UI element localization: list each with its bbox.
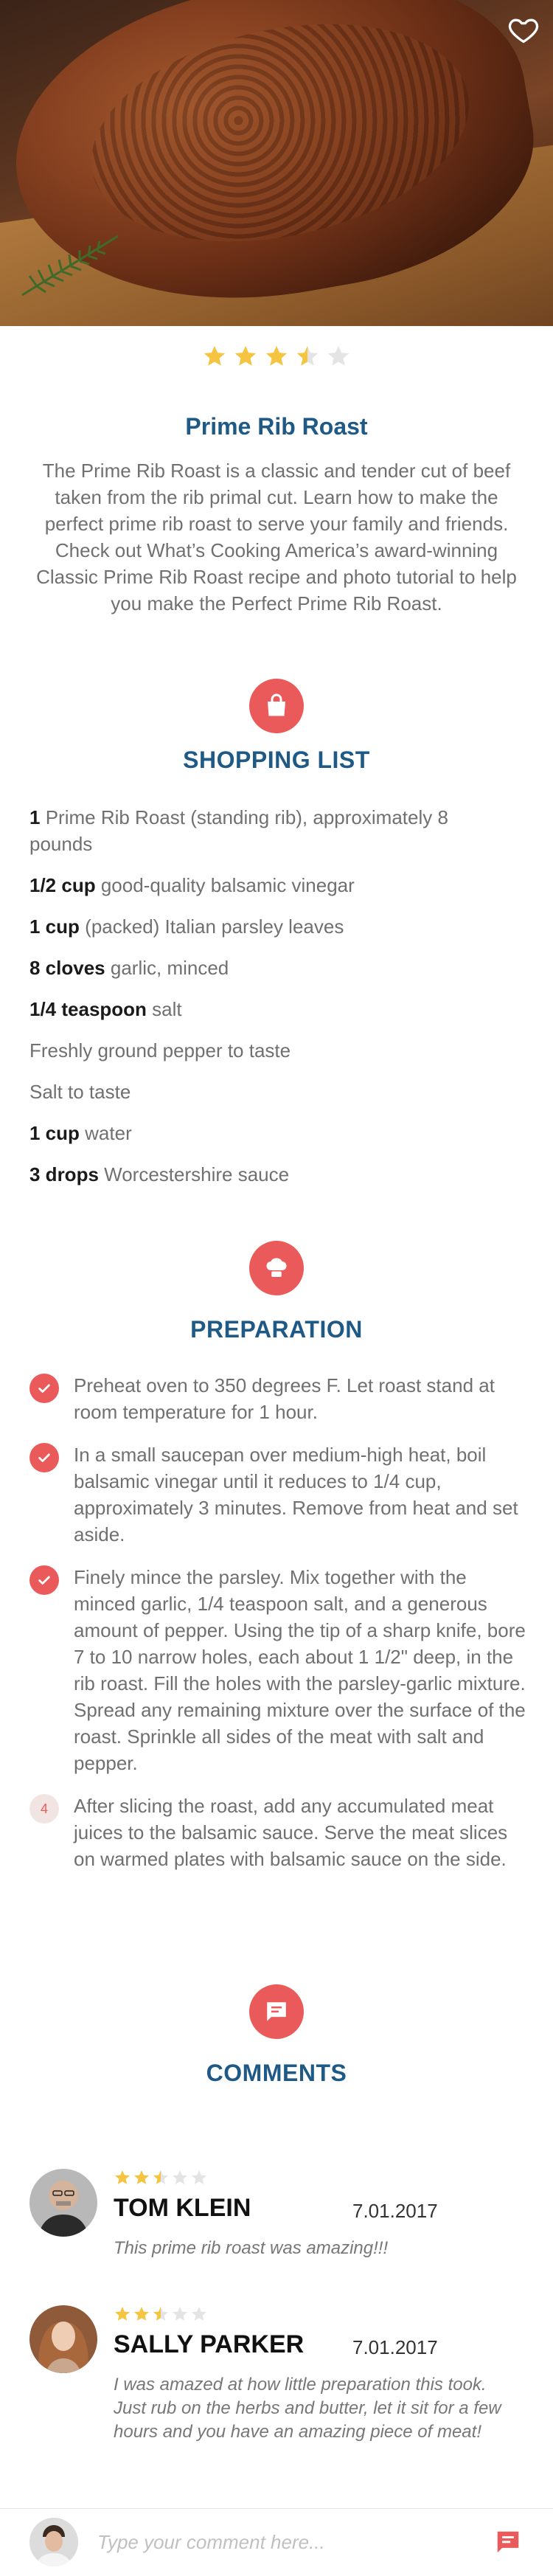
star-icon xyxy=(115,2307,130,2321)
comment-list: TOM KLEIN 7.01.2017 This prime rib roast… xyxy=(29,2154,524,2442)
ingredient-text: (packed) Italian parsley leaves xyxy=(85,915,344,938)
ingredient-text: Freshly ground pepper to taste xyxy=(29,1039,291,1062)
ingredient-text: Prime Rib Roast (standing rib), approxim… xyxy=(29,806,448,855)
preparation-heading: PREPARATION xyxy=(190,1316,363,1343)
star-icon xyxy=(173,2307,187,2321)
ingredient-item: 1 cup (packed) Italian parsley leaves xyxy=(29,913,516,940)
ingredient-quantity: 8 cloves xyxy=(29,957,105,979)
comment-input[interactable] xyxy=(97,2524,466,2561)
recipe-title: Prime Rib Roast xyxy=(185,413,368,440)
step-text: In a small saucepan over medium-high hea… xyxy=(74,1444,518,1545)
star-icon xyxy=(153,2170,168,2184)
comment-text: I was amazed at how little preparation t… xyxy=(114,2375,501,2442)
avatar[interactable] xyxy=(29,2169,97,2237)
shopping-list-heading: SHOPPING LIST xyxy=(183,747,370,773)
ingredient-quantity: 1 xyxy=(29,806,41,828)
ingredient-quantity: 1 cup xyxy=(29,1122,80,1144)
star-icon xyxy=(265,345,288,366)
check-icon[interactable] xyxy=(29,1565,59,1595)
star-icon xyxy=(234,345,257,366)
ingredient-text: Salt to taste xyxy=(29,1081,131,1103)
rosemary-garnish xyxy=(21,235,119,297)
star-icon xyxy=(134,2307,149,2321)
comment-date: 7.01.2017 xyxy=(352,2336,438,2358)
comment-rating xyxy=(114,2169,209,2190)
send-message-icon[interactable] xyxy=(494,2528,522,2556)
step-number[interactable]: 4 xyxy=(29,1794,59,1824)
comments-heading: COMMENTS xyxy=(206,2060,347,2086)
comment-item: TOM KLEIN 7.01.2017 This prime rib roast… xyxy=(29,2154,524,2291)
ingredient-text: water xyxy=(85,1122,132,1144)
recipe-page: Prime Rib Roast The Prime Rib Roast is a… xyxy=(0,0,553,2576)
ingredient-item: 1/4 teaspoon salt xyxy=(29,996,516,1022)
star-icon xyxy=(192,2307,206,2321)
ingredient-item: Salt to taste xyxy=(29,1078,516,1105)
star-icon xyxy=(192,2170,206,2184)
star-icon xyxy=(327,345,349,366)
ingredient-quantity: 1/2 cup xyxy=(29,874,96,896)
ingredient-quantity: 3 drops xyxy=(29,1163,99,1185)
comment-text: This prime rib roast was amazing!!! xyxy=(114,2238,389,2258)
ingredient-text: Worcestershire sauce xyxy=(104,1163,290,1185)
recipe-hero-image xyxy=(0,0,553,326)
comment-item: SALLY PARKER 7.01.2017 I was amazed at h… xyxy=(29,2291,524,2442)
step-text: After slicing the roast, add any accumul… xyxy=(74,1795,508,1870)
ingredient-item: 1/2 cup good-quality balsamic vinegar xyxy=(29,872,516,899)
star-icon xyxy=(115,2170,130,2184)
star-icon xyxy=(173,2170,187,2184)
ingredient-text: salt xyxy=(152,998,182,1020)
preparation-step: In a small saucepan over medium-high hea… xyxy=(29,1441,531,1548)
star-icon xyxy=(153,2307,168,2321)
comment-rating xyxy=(114,2305,209,2327)
shopping-bag-icon xyxy=(249,679,304,733)
star-icon xyxy=(296,345,319,366)
step-text: Preheat oven to 350 degrees F. Let roast… xyxy=(74,1374,495,1423)
check-icon[interactable] xyxy=(29,1443,59,1472)
ingredient-list: 1 Prime Rib Roast (standing rib), approx… xyxy=(29,804,516,1202)
recipe-rating[interactable] xyxy=(0,344,553,373)
comment-author[interactable]: SALLY PARKER xyxy=(114,2330,304,2359)
comment-composer xyxy=(0,2508,553,2576)
preparation-step: Preheat oven to 350 degrees F. Let roast… xyxy=(29,1372,531,1425)
comment-date: 7.01.2017 xyxy=(352,2200,438,2222)
preparation-step: Finely mince the parsley. Mix together w… xyxy=(29,1564,531,1776)
star-icon xyxy=(134,2170,149,2184)
preparation-steps: Preheat oven to 350 degrees F. Let roast… xyxy=(29,1372,531,1888)
ingredient-quantity: 1/4 teaspoon xyxy=(29,998,147,1020)
current-user-avatar xyxy=(29,2518,78,2566)
ingredient-item: Freshly ground pepper to taste xyxy=(29,1037,516,1064)
comment-author[interactable]: TOM KLEIN xyxy=(114,2194,251,2223)
preparation-step: 4 After slicing the roast, add any accumu… xyxy=(29,1793,531,1872)
avatar[interactable] xyxy=(29,2305,97,2373)
ingredient-text: good-quality balsamic vinegar xyxy=(100,874,355,896)
chef-hat-icon xyxy=(249,1241,304,1295)
check-icon[interactable] xyxy=(29,1374,59,1403)
ingredient-item: 1 cup water xyxy=(29,1120,516,1146)
ingredient-item: 1 Prime Rib Roast (standing rib), approx… xyxy=(29,804,516,857)
ingredient-item: 8 cloves garlic, minced xyxy=(29,955,516,981)
ingredient-quantity: 1 cup xyxy=(29,915,80,938)
ingredient-text: garlic, minced xyxy=(110,957,229,979)
step-text: Finely mince the parsley. Mix together w… xyxy=(74,1566,526,1774)
recipe-description: The Prime Rib Roast is a classic and ten… xyxy=(36,460,517,614)
star-icon xyxy=(204,345,226,366)
ingredient-item: 3 drops Worcestershire sauce xyxy=(29,1161,516,1188)
favorite-heart-icon[interactable] xyxy=(507,13,540,46)
comment-icon xyxy=(249,1984,304,2039)
